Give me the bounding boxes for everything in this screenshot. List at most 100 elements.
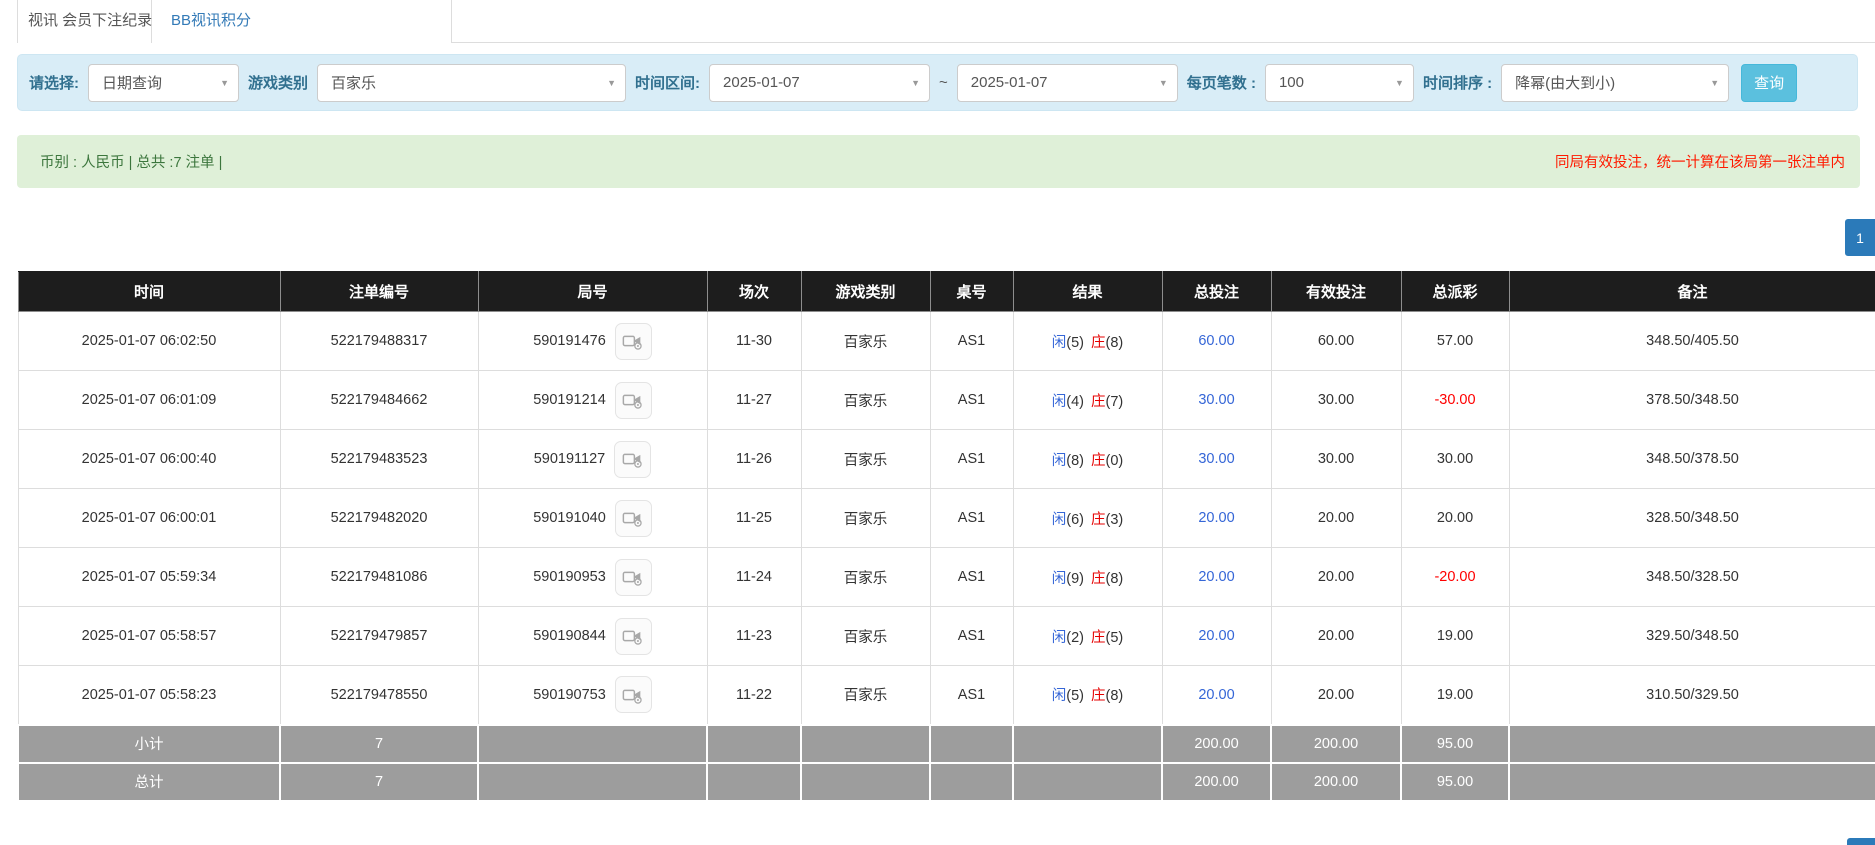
subtotal-empty-cell bbox=[801, 725, 930, 763]
tab-bb-video-points[interactable]: BB视讯积分 bbox=[153, 0, 452, 43]
result-banker-score: (8) bbox=[1106, 335, 1124, 351]
cell-session: 11-23 bbox=[707, 607, 801, 666]
column-header-1: 注单编号 bbox=[280, 272, 478, 312]
subtotal-empty-cell bbox=[930, 725, 1013, 763]
result-player-label: 闲 bbox=[1052, 453, 1067, 469]
result-player-score: (4) bbox=[1066, 394, 1084, 410]
cell-round-id: 590191040 bbox=[478, 489, 707, 548]
cell-round-id: 590190953 bbox=[478, 548, 707, 607]
cell-payout: 19.00 bbox=[1401, 607, 1509, 666]
result-banker-score: (0) bbox=[1106, 453, 1124, 469]
cell-result: 闲(6)庄(3) bbox=[1013, 489, 1162, 548]
video-camera-icon bbox=[622, 684, 644, 706]
column-header-7: 总投注 bbox=[1162, 272, 1271, 312]
video-replay-button[interactable] bbox=[614, 441, 651, 478]
result-banker-label: 庄 bbox=[1091, 512, 1106, 528]
video-replay-button[interactable] bbox=[615, 323, 652, 360]
cell-total-bet-link[interactable]: 30.00 bbox=[1162, 371, 1271, 430]
cell-remark: 348.50/328.50 bbox=[1509, 548, 1875, 607]
subtotal-payout: 95.00 bbox=[1401, 725, 1509, 763]
result-player-label: 闲 bbox=[1052, 335, 1067, 351]
cell-table-no: AS1 bbox=[930, 548, 1013, 607]
cell-total-bet-link[interactable]: 30.00 bbox=[1162, 430, 1271, 489]
column-header-8: 有效投注 bbox=[1271, 272, 1401, 312]
result-banker-score: (3) bbox=[1106, 512, 1124, 528]
search-button[interactable]: 查询 bbox=[1741, 64, 1797, 102]
cell-total-bet-link[interactable]: 20.00 bbox=[1162, 607, 1271, 666]
tab-betting-records-label: 视讯 会员下注纪录 bbox=[28, 12, 152, 29]
total-valid-bet: 200.00 bbox=[1271, 763, 1401, 801]
subtotal-label: 小计 bbox=[18, 725, 280, 763]
cell-remark: 328.50/348.50 bbox=[1509, 489, 1875, 548]
chevron-down-icon: ▼ bbox=[607, 78, 616, 88]
total-empty-cell bbox=[801, 763, 930, 801]
cell-session: 11-24 bbox=[707, 548, 801, 607]
cell-total-bet-link[interactable]: 60.00 bbox=[1162, 312, 1271, 371]
cell-bet-id: 522179488317 bbox=[280, 312, 478, 371]
cell-payout: 57.00 bbox=[1401, 312, 1509, 371]
same-round-notice-text: 同局有效投注，统一计算在该局第一张注单内 bbox=[1555, 151, 1845, 172]
cell-remark: 348.50/378.50 bbox=[1509, 430, 1875, 489]
game-type-select[interactable]: 百家乐 ▼ bbox=[317, 64, 626, 102]
column-header-3: 场次 bbox=[707, 272, 801, 312]
cell-bet-id: 522179481086 bbox=[280, 548, 478, 607]
table-row: 2025-01-07 06:00:40 522179483523 5901911… bbox=[18, 430, 1875, 489]
date-to-select[interactable]: 2025-01-07 ▼ bbox=[957, 64, 1178, 102]
result-banker-score: (7) bbox=[1106, 394, 1124, 410]
cell-result: 闲(8)庄(0) bbox=[1013, 430, 1162, 489]
video-replay-button[interactable] bbox=[615, 500, 652, 537]
cell-round-id: 590191214 bbox=[478, 371, 707, 430]
cell-table-no: AS1 bbox=[930, 312, 1013, 371]
cell-round-id: 590190753 bbox=[478, 666, 707, 725]
result-banker-label: 庄 bbox=[1091, 453, 1106, 469]
cell-table-no: AS1 bbox=[930, 666, 1013, 725]
result-player-label: 闲 bbox=[1052, 512, 1067, 528]
result-player-score: (5) bbox=[1066, 688, 1084, 704]
cell-result: 闲(9)庄(8) bbox=[1013, 548, 1162, 607]
cell-game-type: 百家乐 bbox=[801, 666, 930, 725]
query-type-select[interactable]: 日期查询 ▼ bbox=[88, 64, 239, 102]
cell-payout: 30.00 bbox=[1401, 430, 1509, 489]
video-replay-button[interactable] bbox=[615, 382, 652, 419]
cell-time: 2025-01-07 06:00:01 bbox=[18, 489, 280, 548]
query-type-label: 请选择: bbox=[29, 72, 79, 93]
total-empty-cell bbox=[1013, 763, 1162, 801]
page-size-select[interactable]: 100 ▼ bbox=[1265, 64, 1414, 102]
cell-result: 闲(4)庄(7) bbox=[1013, 371, 1162, 430]
video-replay-button[interactable] bbox=[615, 559, 652, 596]
result-player-label: 闲 bbox=[1052, 688, 1067, 704]
cell-total-bet-link[interactable]: 20.00 bbox=[1162, 666, 1271, 725]
cell-bet-id: 522179479857 bbox=[280, 607, 478, 666]
pagination-page-1[interactable]: 1 bbox=[1845, 219, 1875, 256]
cell-total-bet-link[interactable]: 20.00 bbox=[1162, 548, 1271, 607]
subtotal-total-bet: 200.00 bbox=[1162, 725, 1271, 763]
tab-betting-records[interactable]: 视讯 会员下注纪录 bbox=[17, 0, 152, 43]
table-body: 2025-01-07 06:02:50 522179488317 5901914… bbox=[18, 312, 1875, 725]
total-label: 总计 bbox=[18, 763, 280, 801]
tilde-separator: ~ bbox=[939, 74, 948, 91]
sort-order-select[interactable]: 降幂(由大到小) ▼ bbox=[1501, 64, 1729, 102]
result-banker-label: 庄 bbox=[1091, 394, 1106, 410]
cell-game-type: 百家乐 bbox=[801, 548, 930, 607]
cell-game-type: 百家乐 bbox=[801, 312, 930, 371]
video-replay-button[interactable] bbox=[615, 618, 652, 655]
round-id-text: 590190753 bbox=[533, 687, 606, 703]
cell-table-no: AS1 bbox=[930, 607, 1013, 666]
pagination-bottom-partial[interactable] bbox=[1847, 838, 1875, 845]
table-row: 2025-01-07 06:02:50 522179488317 5901914… bbox=[18, 312, 1875, 371]
video-replay-button[interactable] bbox=[615, 676, 652, 713]
total-empty-cell bbox=[1509, 763, 1875, 801]
total-row: 总计 7 200.00 200.00 95.00 bbox=[18, 763, 1875, 801]
date-from-select[interactable]: 2025-01-07 ▼ bbox=[709, 64, 930, 102]
column-header-4: 游戏类别 bbox=[801, 272, 930, 312]
cell-bet-id: 522179482020 bbox=[280, 489, 478, 548]
cell-total-bet-link[interactable]: 20.00 bbox=[1162, 489, 1271, 548]
chevron-down-icon: ▼ bbox=[1395, 78, 1404, 88]
result-banker-label: 庄 bbox=[1091, 335, 1106, 351]
column-header-0: 时间 bbox=[18, 272, 280, 312]
cell-round-id: 590191476 bbox=[478, 312, 707, 371]
column-header-6: 结果 bbox=[1013, 272, 1162, 312]
game-type-label: 游戏类别 bbox=[248, 72, 308, 93]
table-row: 2025-01-07 05:58:23 522179478550 5901907… bbox=[18, 666, 1875, 725]
total-empty-cell bbox=[707, 763, 801, 801]
